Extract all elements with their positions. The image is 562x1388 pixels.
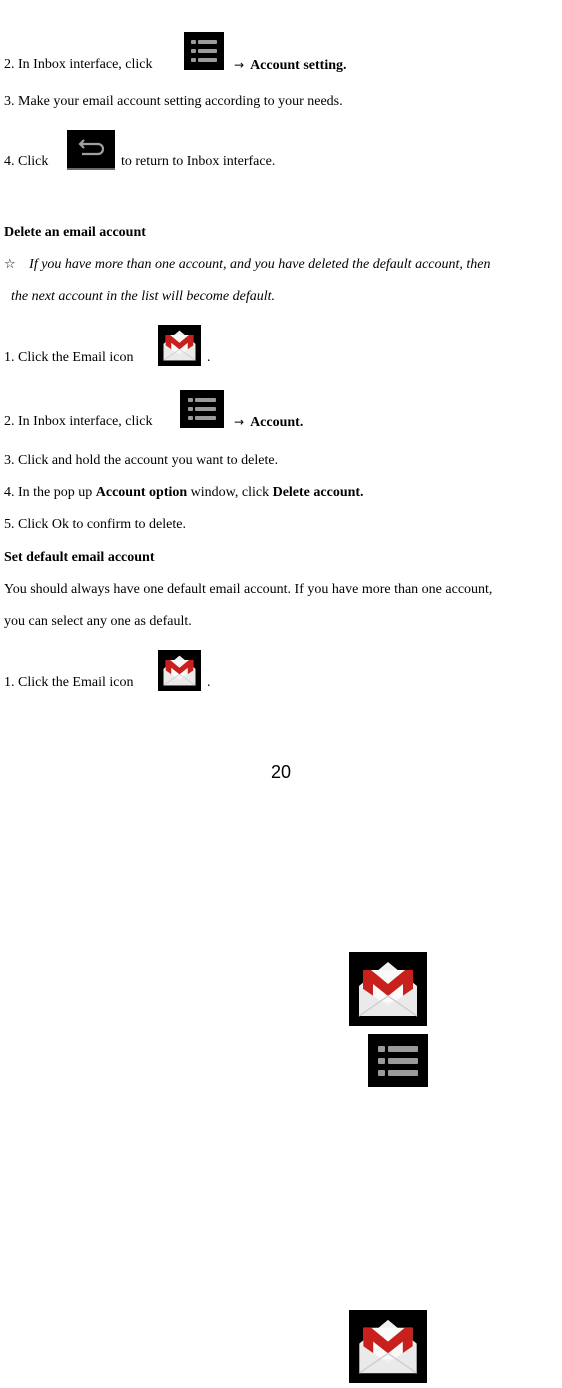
step-4-suffix: to return to Inbox interface. [121, 154, 276, 169]
delete-step-3: 3. Click and hold the account you want t… [4, 453, 279, 468]
note-text: If you have more than one account, and y… [29, 257, 491, 272]
page-number: 20 [270, 762, 292, 782]
arrow-icon: → [234, 58, 245, 72]
default-step-1-prefix: 1. Click the Email icon [4, 675, 134, 690]
note-line-2: the next account in the list will become… [11, 289, 275, 304]
gmail-email-icon [349, 1310, 427, 1383]
menu-icon [184, 32, 224, 70]
delete-section-heading: Delete an email account [4, 225, 146, 240]
gmail-email-icon [158, 325, 201, 366]
star-icon: ☆ [4, 257, 16, 272]
arrow-icon: → [234, 415, 245, 429]
menu-target: Account setting. [250, 58, 347, 73]
step-4-prefix: 4. Click [4, 154, 49, 169]
delete-step-4: 4. In the pop up Account option window, … [4, 484, 364, 502]
step-text: 2. In Inbox interface, click [4, 57, 153, 72]
step-text: 4. In the pop up [4, 485, 93, 500]
menu-target: Account. [250, 415, 304, 430]
step-text: window, click [190, 485, 270, 500]
window-name: Account option [95, 485, 188, 500]
default-para-line-1: You should always have one default email… [4, 582, 493, 597]
default-section-heading: Set default email account [4, 550, 155, 565]
delete-step-1-suffix: . [207, 350, 211, 365]
gmail-email-icon [349, 952, 427, 1026]
action-name: Delete account. [272, 485, 364, 500]
default-para-line-2: you can select any one as default. [4, 614, 192, 629]
menu-icon [180, 390, 224, 428]
step-2-target: → Account setting. [228, 56, 347, 75]
delete-step-1-prefix: 1. Click the Email icon [4, 350, 134, 365]
delete-step-5: 5. Click Ok to confirm to delete. [4, 517, 186, 532]
back-icon [67, 130, 115, 170]
step-2-account-setting: 2. In Inbox interface, click [4, 56, 153, 74]
note-line-1: ☆ If you have more than one account, and… [4, 256, 491, 274]
default-step-1-suffix: . [207, 675, 211, 690]
step-3-text: 3. Make your email account setting accor… [4, 94, 343, 109]
menu-icon [368, 1034, 428, 1087]
delete-step-2-target: → Account. [228, 413, 303, 432]
gmail-email-icon [158, 650, 201, 691]
delete-step-2-prefix: 2. In Inbox interface, click [4, 414, 153, 429]
